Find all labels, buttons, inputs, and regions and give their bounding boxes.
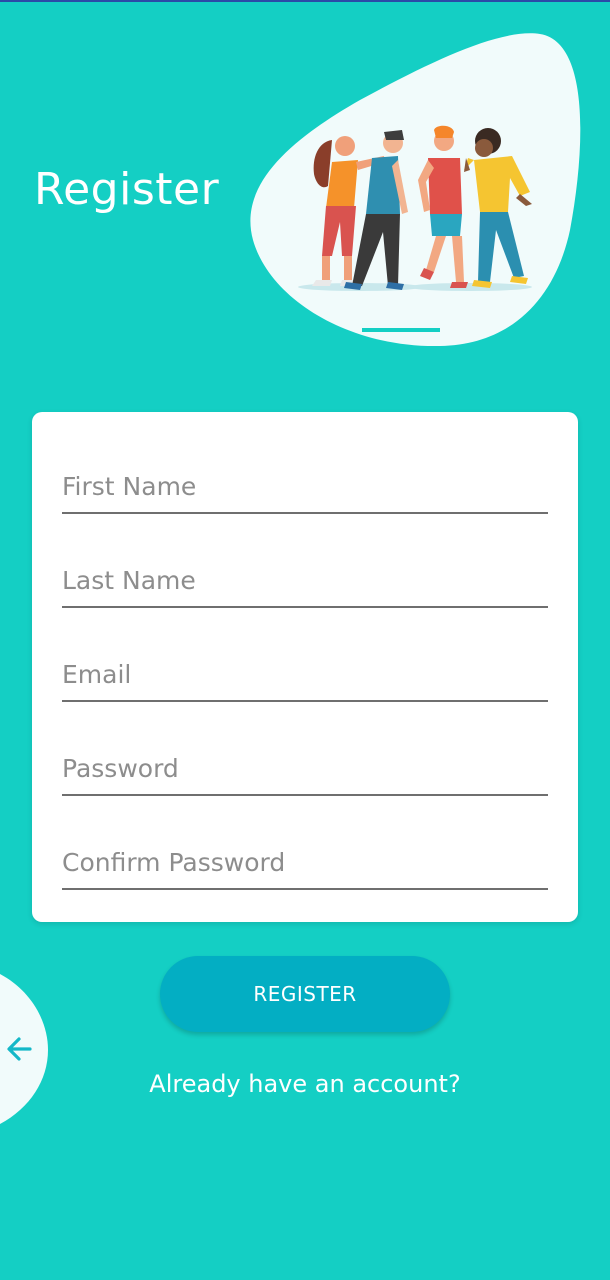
field-underline [62, 700, 548, 702]
confirm-password-input[interactable] [62, 840, 548, 884]
already-have-account-link[interactable]: Already have an account? [0, 1066, 610, 1102]
field-underline [62, 888, 548, 890]
first-name-input[interactable] [62, 464, 548, 508]
register-button[interactable]: REGISTER [160, 956, 450, 1032]
status-strip [0, 0, 610, 2]
email-field [62, 652, 548, 702]
first-name-field [62, 464, 548, 514]
arrow-left-icon[interactable] [4, 1030, 38, 1068]
page-title: Register [34, 164, 220, 215]
illustration-stripe [362, 328, 440, 332]
field-underline [62, 512, 548, 514]
field-underline [62, 606, 548, 608]
password-field [62, 746, 548, 796]
register-screen: Register First Name Last Name Email REGI… [0, 0, 610, 1280]
ground-shadow [408, 283, 532, 291]
last-name-input[interactable] [62, 558, 548, 602]
people-group-illustration [250, 33, 581, 347]
confirm-password-field [62, 840, 548, 890]
illustration-blob [250, 33, 581, 347]
last-name-field [62, 558, 548, 608]
password-input[interactable] [62, 746, 548, 790]
email-input[interactable] [62, 652, 548, 696]
field-underline [62, 794, 548, 796]
registration-form-card [32, 412, 578, 922]
